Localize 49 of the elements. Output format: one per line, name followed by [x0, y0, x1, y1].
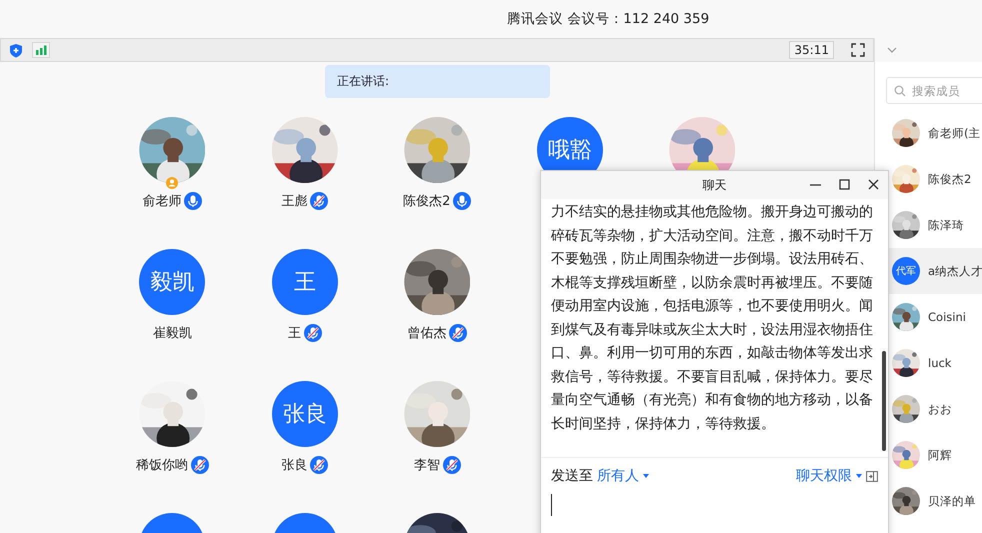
fullscreen-icon[interactable]	[851, 43, 865, 57]
participant-name: 陈俊杰2	[403, 193, 450, 210]
muted-microphone-icon[interactable]	[449, 324, 468, 342]
member-item[interactable]: おお	[875, 386, 982, 432]
member-item[interactable]: 陈俊杰2	[875, 156, 982, 202]
muted-microphone-icon[interactable]	[304, 324, 322, 342]
caret-icon	[856, 474, 862, 478]
muted-microphone-icon[interactable]	[190, 456, 209, 474]
maximize-icon[interactable]	[839, 179, 850, 190]
participant-name: 稀饭你哟	[136, 457, 188, 474]
initials-avatar: 毅凯	[139, 249, 206, 315]
chevron-down-icon[interactable]	[887, 47, 897, 53]
shield-icon[interactable]	[9, 42, 23, 58]
meeting-title: 腾讯会议 会议号：112 240 359	[507, 10, 710, 28]
chat-permissions-dropdown[interactable]: 聊天权限	[796, 467, 862, 485]
member-item[interactable]: 陈泽琦	[875, 202, 982, 248]
participant-name: 李智	[414, 457, 440, 474]
initials-avatar: 王	[272, 249, 338, 315]
muted-microphone-icon[interactable]	[310, 456, 328, 474]
member-item[interactable]: 阿辉	[875, 432, 982, 478]
participant-name: 王彪	[281, 193, 308, 210]
microphone-icon[interactable]	[184, 192, 202, 210]
participant-name: 曾佑杰	[407, 325, 446, 342]
participant-name: 崔毅凯	[152, 325, 192, 342]
participant-name: 王	[288, 325, 301, 342]
participant-name: 张良	[281, 457, 308, 474]
initials-avatar: 代军	[892, 257, 920, 285]
recipient-dropdown[interactable]: 所有人	[597, 467, 649, 485]
participant-name: 俞老师	[142, 193, 182, 210]
send-to-label: 发送至	[551, 467, 593, 485]
scrollbar-thumb[interactable]	[882, 351, 886, 451]
meeting-timer: 35:11	[789, 41, 834, 59]
member-item[interactable]: luck	[875, 340, 982, 386]
member-item[interactable]: 俞老师(主	[875, 110, 982, 156]
search-field[interactable]: 搜索成员	[886, 77, 982, 104]
muted-microphone-icon[interactable]	[442, 456, 461, 474]
chat-title: 聊天	[702, 176, 726, 194]
close-icon[interactable]	[868, 179, 879, 190]
initials-avatar: 张良	[272, 381, 338, 447]
signal-icon[interactable]	[32, 42, 50, 58]
microphone-icon[interactable]	[453, 192, 472, 210]
member-item[interactable]: 贝泽的单	[875, 478, 982, 524]
muted-microphone-icon[interactable]	[310, 192, 328, 210]
chat-message: 力不结实的悬挂物或其他危险物。搬开身边可搬动的碎砖瓦等杂物，扩大活动空间。注意，搬不动时千万不要勉强，防止周围杂物进一步倒塌。设法用砖石、木棍等支撑残垣断壁，以防余震时再被埋压。不要随便动用室内设施，包括电源等，也不要使用明火。闻到煤气及有毒异味或灰尘太大时，设法用湿衣物捂住口、鼻。利用一切可用的东西，如敲击物体等发出求救信号，等待救援。不要盲目乱喊，保持体力。要尽量向空气通畅（有光亮）和有食物的地方移动，以备长时间坚持，保持体力，等待救援。	[551, 203, 874, 434]
panel-toggle-icon[interactable]	[866, 470, 878, 482]
search-icon	[894, 85, 906, 97]
speaking-label: 正在讲话:	[337, 73, 390, 90]
member-item[interactable]: Coisini	[875, 294, 982, 340]
caret-icon	[643, 474, 649, 478]
